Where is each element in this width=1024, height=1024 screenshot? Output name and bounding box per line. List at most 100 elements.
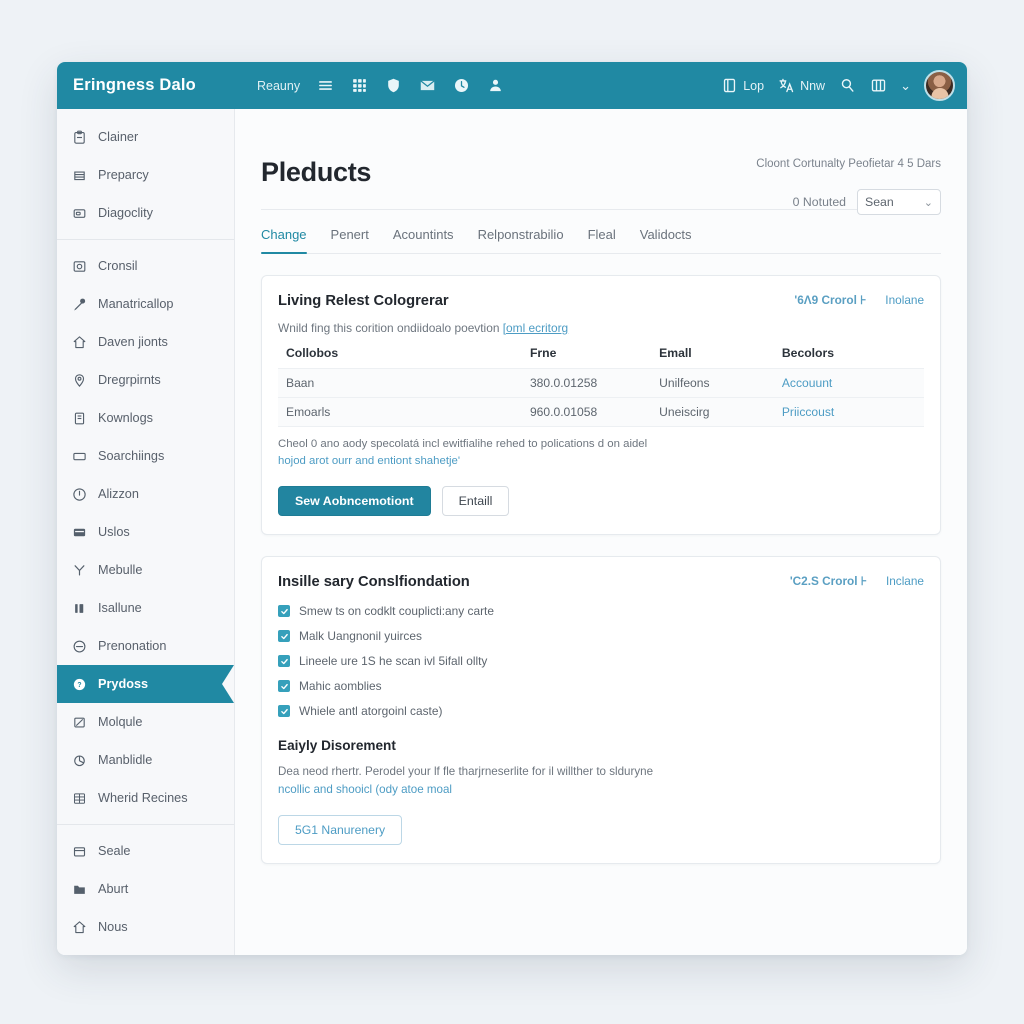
page-meta-text: Cloont Cortunalty Peofietar 4 5 Dars <box>756 158 941 170</box>
sidebar-item-label: Aburt <box>98 882 129 896</box>
sew-aobncemotiont-button[interactable]: Sew Aobncemotiont <box>278 486 431 517</box>
tab-fleal[interactable]: Fleal <box>588 227 616 253</box>
cell-becolors[interactable]: Accouunt <box>781 368 924 398</box>
sidebar-item-label: Wherid Recines <box>98 791 188 805</box>
checklist-item[interactable]: Smew ts on codklt couplicti:any carte <box>278 604 924 618</box>
topbar-lop-button[interactable]: Lop <box>720 77 764 95</box>
shield-icon[interactable] <box>384 77 402 95</box>
tab-penert[interactable]: Penert <box>331 227 369 253</box>
clock-icon[interactable] <box>452 77 470 95</box>
sidebar-item-wherid-recines[interactable]: Wherid Recines <box>57 779 234 817</box>
person-icon[interactable] <box>486 77 504 95</box>
sidebar-item-label: Kownlogs <box>98 411 154 425</box>
checkbox-checked-icon[interactable] <box>278 680 290 693</box>
tab-acountints[interactable]: Acountints <box>393 227 454 253</box>
sidebar-item-dregrpirnts[interactable]: Dregrpirnts <box>57 361 234 399</box>
checklist-item[interactable]: Whiele antl atorgoinl caste) <box>278 704 924 718</box>
checkbox-checked-icon[interactable] <box>278 605 290 618</box>
sidebar-item-label: Dregrpirnts <box>98 373 161 387</box>
checkbox-checked-icon[interactable] <box>278 705 290 718</box>
table-row[interactable]: Emoarls 960.0.01058 Uneiscirg Priiccoust <box>278 397 924 427</box>
becolors-link: Priiccoust <box>781 405 835 419</box>
sidebar-item-prenonation[interactable]: Prenonation <box>57 627 234 665</box>
table-row[interactable]: Baan 380.0.01258 Unilfeons Accouunt <box>278 368 924 398</box>
book-icon <box>71 410 87 426</box>
card-header: Living Relest Cologrerar '6Λ9 Crorol ⊦ I… <box>278 293 924 309</box>
tab-change[interactable]: Change <box>261 227 307 254</box>
card-note-line2[interactable]: hojod arot ourr and entiont shahetje' <box>278 453 924 470</box>
sidebar-item-cronsil[interactable]: Cronsil <box>57 247 234 285</box>
card-subtitle: Wnild fing this corition ondiidoalo poev… <box>278 321 924 335</box>
scope-select[interactable]: Sean ⌄ <box>857 189 941 215</box>
tab-bar: Change Penert Acountints Relponstrabilio… <box>261 227 941 254</box>
sidebar-item-label: Prenonation <box>98 639 167 653</box>
sidebar-item-prydoss[interactable]: ? Prydoss <box>57 665 234 703</box>
envelope-icon[interactable] <box>418 77 436 95</box>
tab-validocts[interactable]: Validocts <box>640 227 692 253</box>
card-subsection-line2[interactable]: ncollic and shooicl (ody atoe moal <box>278 781 924 799</box>
checklist-item[interactable]: Lineele ure 1S he scan ivl 5ifall ollty <box>278 654 924 668</box>
pie-chart-icon <box>71 752 87 768</box>
entaill-button[interactable]: Entaill <box>441 486 510 517</box>
table-header-frne: Frne <box>529 346 557 360</box>
main-content: Cloont Cortunalty Peofietar 4 5 Dars Ple… <box>235 109 967 955</box>
checklist-item[interactable]: Malk Uangnonil yuirces <box>278 629 924 643</box>
sidebar-item-manatricallop[interactable]: Manatricallop <box>57 285 234 323</box>
card-header-links: 'C2.S Crorol ⊦ Inclane <box>790 574 924 588</box>
search-icon[interactable] <box>838 77 856 95</box>
help-circle-icon: ? <box>71 676 87 692</box>
sidebar-item-nous[interactable]: Nous <box>57 908 234 946</box>
sidebar-divider <box>57 239 234 240</box>
chevron-down-icon[interactable]: ⌄ <box>900 78 911 94</box>
sidebar-item-preparcy[interactable]: Preparcy <box>57 156 234 194</box>
tab-relponstrabilio[interactable]: Relponstrabilio <box>478 227 564 253</box>
page-header: Cloont Cortunalty Peofietar 4 5 Dars Ple… <box>261 109 941 215</box>
layout-icon[interactable] <box>869 77 887 95</box>
app-brand-title: Eringness Dalo <box>73 76 196 94</box>
checkbox-checked-icon[interactable] <box>278 655 290 668</box>
table-header-becolors: Becolors <box>781 346 835 360</box>
sidebar-item-aburt[interactable]: Aburt <box>57 870 234 908</box>
sidebar-item-clainer[interactable]: Clainer <box>57 118 234 156</box>
translate-icon <box>777 77 795 95</box>
app-body: Clainer Preparcy Diagoclity Cronsil Mana… <box>57 109 967 955</box>
sidebar-item-kownlogs[interactable]: Kownlogs <box>57 399 234 437</box>
sidebar-item-isallune[interactable]: Isallune <box>57 589 234 627</box>
bars-icon <box>71 600 87 616</box>
sidebar-group: Seale Aburt Nous <box>57 829 234 949</box>
sidebar-item-mebulle[interactable]: Mebulle <box>57 551 234 589</box>
card-credit-link[interactable]: 'C2.S Crorol ⊦ <box>790 574 867 588</box>
minus-circle-icon <box>71 638 87 654</box>
card-inolane-link[interactable]: Inolane <box>885 293 924 307</box>
cell-becolors[interactable]: Priiccoust <box>781 397 924 427</box>
sidebar-item-diagoclity[interactable]: Diagoclity <box>57 194 234 232</box>
nanurenery-button[interactable]: 5G1 Nanurenery <box>278 815 403 846</box>
sidebar-item-label: Diagoclity <box>98 206 153 220</box>
checklist-label: Smew ts on codklt couplicti:any carte <box>299 604 494 619</box>
sidebar-item-seale[interactable]: Seale <box>57 832 234 870</box>
sidebar-item-daven-jionts[interactable]: Daven jionts <box>57 323 234 361</box>
top-navigation-bar: Eringness Dalo Reauny Lop Nnw ⌄ <box>57 62 967 109</box>
avatar[interactable] <box>924 70 955 101</box>
checklist-item[interactable]: Mahic aomblies <box>278 679 924 693</box>
sidebar-item-uslos[interactable]: Uslos <box>57 513 234 551</box>
topbar-nav-link[interactable]: Reauny <box>257 79 300 93</box>
sidebar-item-alizzon[interactable]: Alizzon <box>57 475 234 513</box>
panel-icon <box>720 77 738 95</box>
sidebar-item-manblidle[interactable]: Manblidle <box>57 741 234 779</box>
card-inclane-link[interactable]: Inclane <box>886 574 924 588</box>
card-credit-link[interactable]: '6Λ9 Crorol ⊦ <box>794 293 866 307</box>
collobos-table: Collobos Frne Emall Becolors Baan 380.0.… <box>278 346 924 427</box>
sidebar-item-soarchiings[interactable]: Soarchiings <box>57 437 234 475</box>
topbar-new-button[interactable]: Nnw <box>777 77 825 95</box>
topbar-new-label: Nnw <box>800 78 826 93</box>
sidebar-item-molqule[interactable]: Molqule <box>57 703 234 741</box>
sidebar-divider <box>57 824 234 825</box>
checkbox-checked-icon[interactable] <box>278 630 290 643</box>
branch-icon <box>71 562 87 578</box>
list-icon[interactable] <box>316 77 334 95</box>
sidebar-item-label: Daven jionts <box>98 335 168 349</box>
grid-icon[interactable] <box>350 77 368 95</box>
card-subtitle-link[interactable]: [oml ecritorg <box>503 321 568 335</box>
cell-emall: Unilfeons <box>659 368 782 398</box>
